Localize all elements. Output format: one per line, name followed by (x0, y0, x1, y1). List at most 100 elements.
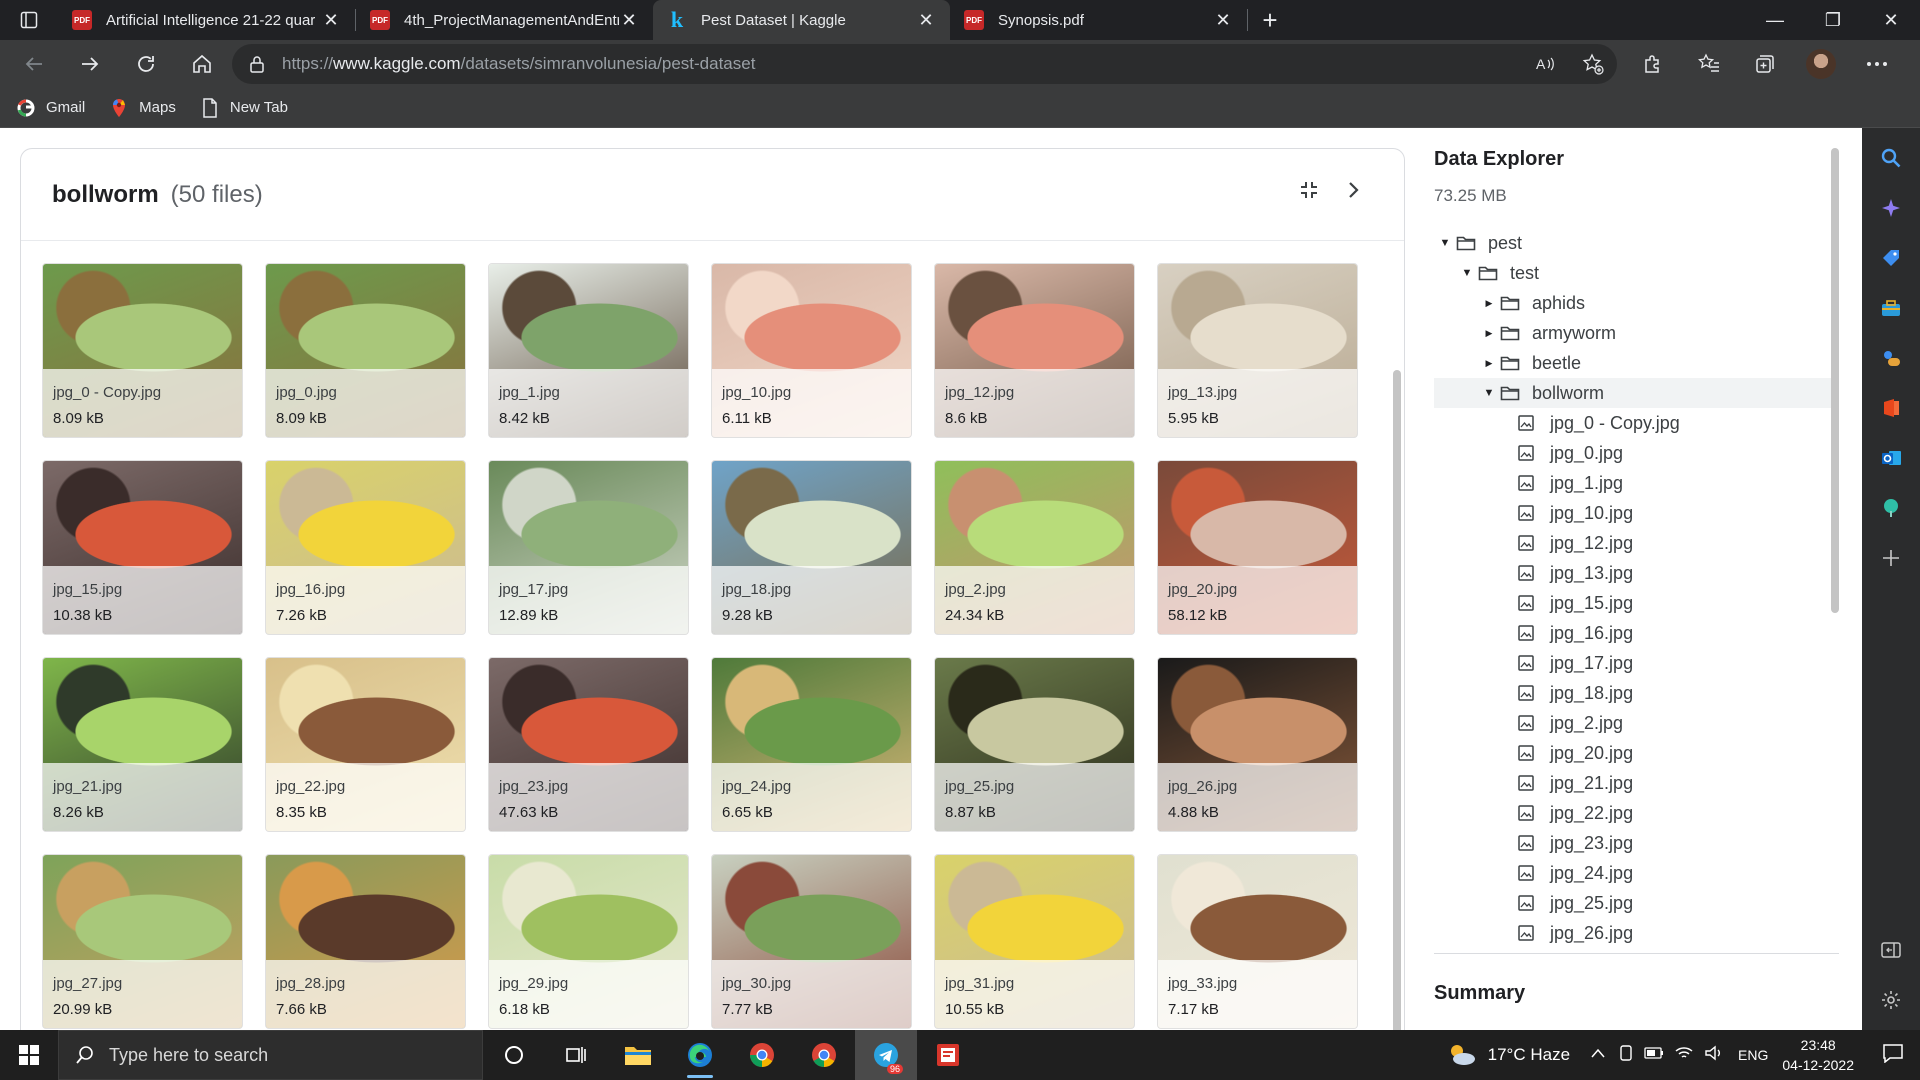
browser-tab[interactable]: PDF 4th_ProjectManagementAndEntr ✕ (356, 0, 653, 40)
device-icon[interactable] (1618, 1044, 1634, 1067)
tree-file-item[interactable]: jpg_2.jpg (1434, 708, 1834, 738)
caret-down-icon[interactable]: ▼ (1456, 267, 1478, 279)
tree-file-item[interactable]: jpg_1.jpg (1434, 468, 1834, 498)
tree-icon[interactable] (1879, 496, 1903, 520)
file-card[interactable]: jpg_12.jpg 8.6 kB (934, 263, 1135, 438)
file-card[interactable]: jpg_1.jpg 8.42 kB (488, 263, 689, 438)
discover-sparkle-icon[interactable] (1879, 196, 1903, 220)
favorites-button[interactable] (1681, 53, 1737, 75)
office-icon[interactable] (1879, 396, 1903, 420)
volume-icon[interactable] (1704, 1045, 1724, 1066)
file-card[interactable]: jpg_10.jpg 6.11 kB (711, 263, 912, 438)
tree-file-item[interactable]: jpg_22.jpg (1434, 798, 1834, 828)
bookmark-new-tab[interactable]: New Tab (200, 97, 288, 118)
bookmark-maps[interactable]: Maps (109, 98, 176, 118)
lock-icon[interactable] (232, 55, 282, 73)
tree-folder-item[interactable]: ▼ test (1434, 258, 1834, 288)
close-tab-icon[interactable]: ✕ (619, 10, 639, 31)
file-card[interactable]: jpg_28.jpg 7.66 kB (265, 854, 466, 1029)
file-card[interactable]: jpg_2.jpg 24.34 kB (934, 460, 1135, 635)
wifi-icon[interactable] (1674, 1045, 1694, 1066)
file-card[interactable]: jpg_25.jpg 8.87 kB (934, 657, 1135, 832)
tree-folder-item[interactable]: ▶ beetle (1434, 348, 1834, 378)
close-window-button[interactable]: ✕ (1862, 0, 1920, 40)
address-bar[interactable]: https://www.kaggle.com/datasets/simranvo… (232, 44, 1617, 84)
tree-file-item[interactable]: jpg_15.jpg (1434, 588, 1834, 618)
file-card[interactable]: jpg_16.jpg 7.26 kB (265, 460, 466, 635)
file-card[interactable]: jpg_18.jpg 9.28 kB (711, 460, 912, 635)
profile-button[interactable] (1793, 49, 1849, 79)
caret-right-icon[interactable]: ▶ (1478, 298, 1500, 309)
minimize-button[interactable]: — (1746, 0, 1804, 40)
file-card[interactable]: jpg_17.jpg 12.89 kB (488, 460, 689, 635)
caret-right-icon[interactable]: ▶ (1478, 328, 1500, 339)
settings-more-button[interactable] (1849, 61, 1905, 67)
edge-button[interactable] (669, 1030, 731, 1080)
browser-tab[interactable]: PDF Artificial Intelligence 21-22 quar ✕ (58, 0, 355, 40)
bookmark-gmail[interactable]: Gmail (16, 98, 85, 118)
tree-file-item[interactable]: jpg_18.jpg (1434, 678, 1834, 708)
close-tab-icon[interactable]: ✕ (916, 10, 936, 31)
tree-folder-item[interactable]: ▶ armyworm (1434, 318, 1834, 348)
battery-icon[interactable] (1644, 1046, 1664, 1065)
file-card[interactable]: jpg_13.jpg 5.95 kB (1157, 263, 1358, 438)
refresh-button[interactable] (118, 40, 174, 88)
file-card[interactable]: jpg_0 - Copy.jpg 8.09 kB (42, 263, 243, 438)
file-card[interactable]: jpg_22.jpg 8.35 kB (265, 657, 466, 832)
home-button[interactable] (174, 40, 230, 88)
file-card[interactable]: jpg_20.jpg 58.12 kB (1157, 460, 1358, 635)
new-tab-button[interactable]: + (1248, 0, 1292, 40)
file-card[interactable]: jpg_27.jpg 20.99 kB (42, 854, 243, 1029)
panel-scrollbar[interactable] (1393, 370, 1401, 1030)
telegram-button[interactable]: 96 (855, 1030, 917, 1080)
games-icon[interactable] (1879, 346, 1903, 370)
tree-file-item[interactable]: jpg_26.jpg (1434, 918, 1834, 948)
tree-file-item[interactable]: jpg_20.jpg (1434, 738, 1834, 768)
tree-file-item[interactable]: jpg_12.jpg (1434, 528, 1834, 558)
language-indicator[interactable]: ENG (1738, 1047, 1768, 1063)
file-card[interactable]: jpg_23.jpg 47.63 kB (488, 657, 689, 832)
close-tab-icon[interactable]: ✕ (321, 10, 341, 31)
file-explorer-button[interactable] (607, 1030, 669, 1080)
caret-down-icon[interactable]: ▼ (1478, 387, 1500, 399)
tree-file-item[interactable]: jpg_0.jpg (1434, 438, 1834, 468)
browser-tab[interactable]: PDF Synopsis.pdf ✕ (950, 0, 1247, 40)
forward-button[interactable] (62, 40, 118, 88)
pdf-reader-button[interactable] (917, 1030, 979, 1080)
notifications-icon[interactable] (1882, 1043, 1904, 1068)
url-text[interactable]: https://www.kaggle.com/datasets/simranvo… (282, 54, 755, 74)
task-view-button[interactable] (545, 1030, 607, 1080)
sidebar-layout-icon[interactable] (1879, 938, 1903, 962)
tree-file-item[interactable]: jpg_10.jpg (1434, 498, 1834, 528)
browser-tab-active[interactable]: k Pest Dataset | Kaggle ✕ (653, 0, 950, 40)
tree-folder-item[interactable]: ▼ pest (1434, 228, 1834, 258)
tab-actions-button[interactable] (0, 0, 58, 40)
shopping-tag-icon[interactable] (1879, 246, 1903, 270)
search-icon[interactable] (1879, 146, 1903, 170)
close-tab-icon[interactable]: ✕ (1213, 10, 1233, 31)
file-card[interactable]: jpg_0.jpg 8.09 kB (265, 263, 466, 438)
clock[interactable]: 23:48 04-12-2022 (1782, 1035, 1854, 1075)
cortana-button[interactable] (483, 1030, 545, 1080)
tree-file-item[interactable]: jpg_21.jpg (1434, 768, 1834, 798)
tree-folder-item[interactable]: ▼ bollworm (1434, 378, 1834, 408)
tree-file-item[interactable]: jpg_13.jpg (1434, 558, 1834, 588)
file-card[interactable]: jpg_26.jpg 4.88 kB (1157, 657, 1358, 832)
collapse-icon[interactable] (1298, 179, 1320, 201)
collections-button[interactable] (1737, 53, 1793, 75)
back-button[interactable] (6, 40, 62, 88)
taskbar-search-box[interactable]: Type here to search (58, 1030, 483, 1080)
gear-icon[interactable] (1879, 988, 1903, 1012)
file-card[interactable]: jpg_24.jpg 6.65 kB (711, 657, 912, 832)
add-icon[interactable] (1879, 546, 1903, 570)
tree-file-item[interactable]: jpg_24.jpg (1434, 858, 1834, 888)
tree-file-item[interactable]: jpg_25.jpg (1434, 888, 1834, 918)
tree-file-item[interactable]: jpg_17.jpg (1434, 648, 1834, 678)
restore-button[interactable]: ❐ (1804, 0, 1862, 40)
tree-file-item[interactable]: jpg_0 - Copy.jpg (1434, 408, 1834, 438)
extensions-button[interactable] (1625, 53, 1681, 75)
caret-right-icon[interactable]: ▶ (1478, 358, 1500, 369)
weather-text[interactable]: 17°C Haze (1488, 1045, 1570, 1065)
chrome-button[interactable] (731, 1030, 793, 1080)
outlook-icon[interactable] (1879, 446, 1903, 470)
